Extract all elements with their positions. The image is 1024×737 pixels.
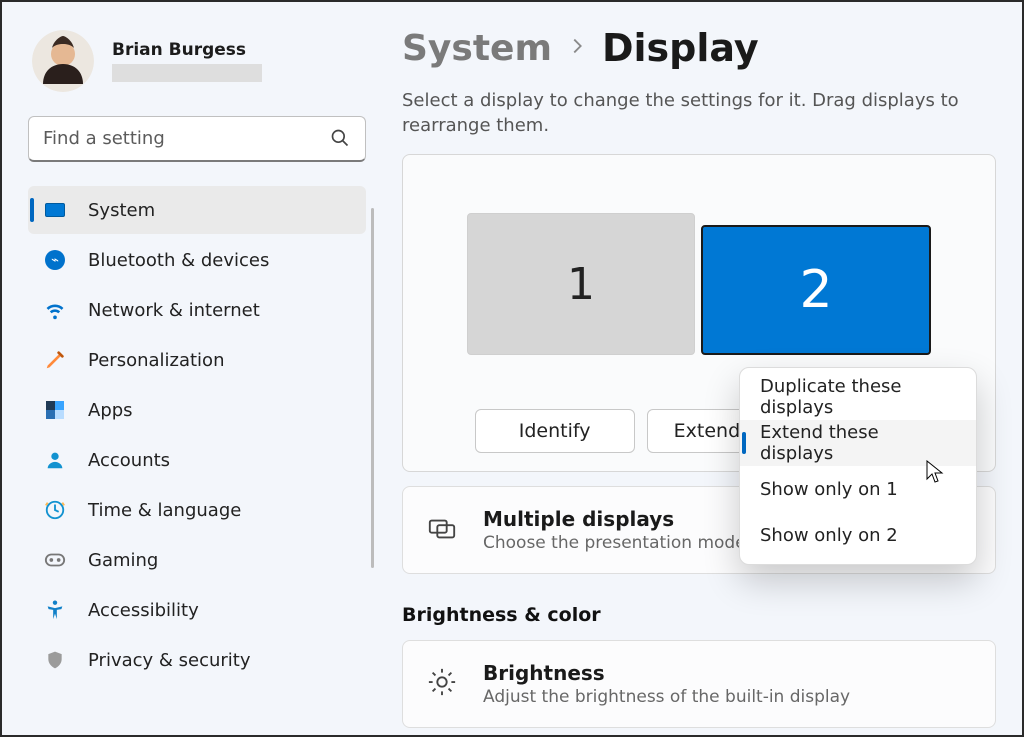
section-brightness-color: Brightness & color	[402, 604, 996, 626]
sidebar-item-label: Privacy & security	[88, 650, 350, 671]
sidebar-item-label: Time & language	[88, 500, 350, 521]
multiple-displays-title: Multiple displays	[483, 507, 774, 531]
sidebar-item-gaming[interactable]: Gaming	[28, 536, 366, 584]
sidebar-item-system[interactable]: System	[28, 186, 366, 234]
bluetooth-icon: ⌁	[44, 249, 66, 271]
search-input[interactable]	[28, 116, 366, 162]
wifi-icon	[44, 299, 66, 321]
search-icon	[330, 128, 350, 152]
mode-dropdown-menu: Duplicate these displays Extend these di…	[739, 367, 977, 565]
display-2[interactable]: 2	[701, 225, 931, 355]
mode-option-duplicate[interactable]: Duplicate these displays	[740, 374, 976, 420]
brightness-subtitle: Adjust the brightness of the built-in di…	[483, 687, 850, 707]
sidebar-item-accounts[interactable]: Accounts	[28, 436, 366, 484]
breadcrumb-parent[interactable]: System	[402, 28, 552, 69]
sidebar-item-accessibility[interactable]: Accessibility	[28, 586, 366, 634]
display-canvas[interactable]: 1 2	[431, 213, 967, 355]
sidebar-item-label: System	[88, 200, 350, 221]
multiple-displays-subtitle: Choose the presentation mode for	[483, 533, 774, 553]
sidebar-item-label: Network & internet	[88, 300, 350, 321]
sidebar-item-label: Accounts	[88, 450, 350, 471]
breadcrumb: System Display	[402, 26, 996, 70]
shield-icon	[44, 649, 66, 671]
identify-button[interactable]: Identify	[475, 409, 635, 453]
avatar	[32, 30, 94, 92]
profile-email-redacted	[112, 64, 262, 82]
nav-scrollbar[interactable]	[371, 208, 374, 568]
sidebar-item-label: Bluetooth & devices	[88, 250, 350, 271]
search-wrap	[28, 116, 366, 162]
mode-option-only2[interactable]: Show only on 2	[740, 512, 976, 558]
display-1[interactable]: 1	[467, 213, 695, 355]
apps-icon	[44, 399, 66, 421]
display-arrangement-panel: 1 2 Identify Extend these displays Dupli…	[402, 154, 996, 472]
main-content: System Display Select a display to chang…	[382, 2, 1022, 735]
mode-option-extend[interactable]: Extend these displays	[740, 420, 976, 466]
sidebar-item-label: Gaming	[88, 550, 350, 571]
sidebar-item-time[interactable]: Time & language	[28, 486, 366, 534]
gamepad-icon	[44, 549, 66, 571]
sidebar: Brian Burgess System ⌁ Bluetooth & devic…	[2, 2, 382, 735]
sidebar-item-label: Apps	[88, 400, 350, 421]
page-title: Display	[602, 26, 759, 70]
sidebar-item-privacy[interactable]: Privacy & security	[28, 636, 366, 684]
brightness-icon	[427, 667, 457, 701]
personalization-icon	[44, 349, 66, 371]
chevron-right-icon	[566, 35, 588, 61]
sidebar-item-bluetooth[interactable]: ⌁ Bluetooth & devices	[28, 236, 366, 284]
profile-block[interactable]: Brian Burgess	[24, 30, 370, 92]
nav-list: System ⌁ Bluetooth & devices Network & i…	[24, 184, 370, 686]
mode-option-only1[interactable]: Show only on 1	[740, 466, 976, 512]
profile-name: Brian Burgess	[112, 40, 262, 60]
sidebar-item-label: Personalization	[88, 350, 350, 371]
brightness-title: Brightness	[483, 661, 850, 685]
clock-icon	[44, 499, 66, 521]
sidebar-item-network[interactable]: Network & internet	[28, 286, 366, 334]
brightness-card[interactable]: Brightness Adjust the brightness of the …	[402, 640, 996, 728]
sidebar-item-label: Accessibility	[88, 600, 350, 621]
accessibility-icon	[44, 599, 66, 621]
system-icon	[44, 199, 66, 221]
multiple-displays-icon	[427, 513, 457, 547]
sidebar-item-apps[interactable]: Apps	[28, 386, 366, 434]
display-instructions: Select a display to change the settings …	[402, 88, 996, 138]
accounts-icon	[44, 449, 66, 471]
sidebar-item-personalization[interactable]: Personalization	[28, 336, 366, 384]
